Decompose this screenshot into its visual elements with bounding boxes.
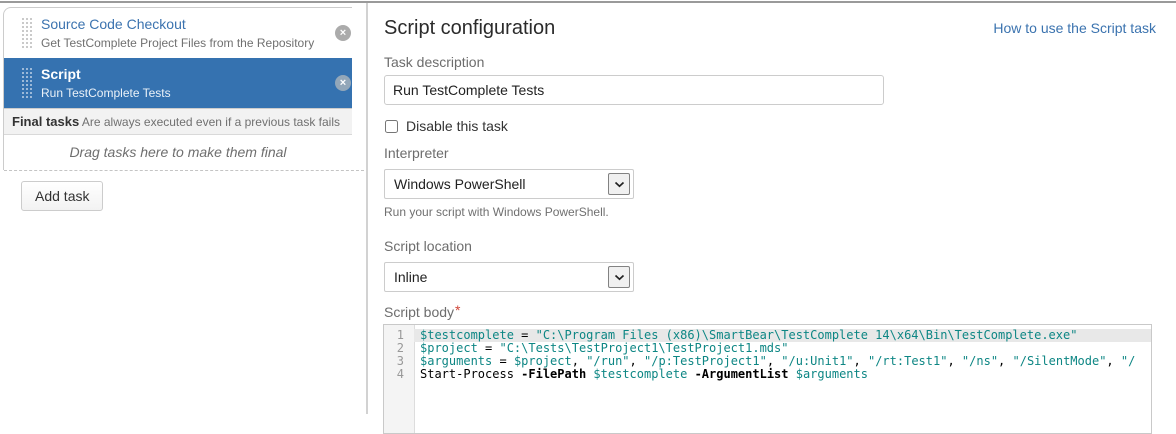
final-tasks-drop-zone[interactable]: Drag tasks here to make them final: [4, 135, 352, 170]
interpreter-select[interactable]: Windows PowerShell: [384, 169, 634, 199]
task-subtitle: Get TestComplete Project Files from the …: [41, 36, 330, 51]
task-list-sidebar: Source Code Checkout Get TestComplete Pr…: [0, 3, 366, 414]
script-location-selected-value: Inline: [394, 269, 427, 285]
script-location-label: Script location: [384, 238, 1156, 255]
interpreter-help-text: Run your script with Windows PowerShell.: [384, 205, 1156, 219]
code-text[interactable]: Start-Process -FilePath $testcomplete -A…: [414, 368, 1151, 381]
script-body-editor[interactable]: 1$testcomplete = "C:\Program Files (x86)…: [383, 324, 1152, 434]
drag-handle-icon[interactable]: [21, 67, 32, 100]
interpreter-selected-value: Windows PowerShell: [394, 176, 526, 192]
task-item-script[interactable]: Script Run TestComplete Tests ×: [4, 58, 352, 108]
chevron-down-icon: [608, 173, 630, 195]
add-task-button[interactable]: Add task: [21, 181, 103, 211]
drop-zone-dashed-divider: [4, 170, 364, 171]
final-tasks-description: Are always executed even if a previous t…: [82, 115, 340, 129]
remove-task-icon[interactable]: ×: [335, 25, 351, 41]
task-description-input[interactable]: [384, 75, 884, 105]
final-tasks-header: Final tasks Are always executed even if …: [4, 108, 352, 135]
script-body-label: Script body*: [384, 304, 1156, 321]
disable-task-label: Disable this task: [406, 118, 508, 134]
final-tasks-label: Final tasks: [12, 114, 79, 129]
script-location-select[interactable]: Inline: [384, 262, 634, 292]
task-title[interactable]: Source Code Checkout: [41, 15, 330, 33]
remove-task-icon[interactable]: ×: [335, 75, 351, 91]
page-title: Script configuration: [384, 16, 555, 40]
task-subtitle: Run TestComplete Tests: [41, 86, 330, 101]
code-line[interactable]: 4Start-Process -FilePath $testcomplete -…: [384, 368, 1151, 381]
task-title[interactable]: Script: [41, 65, 330, 83]
chevron-down-icon: [608, 266, 630, 288]
task-list: Source Code Checkout Get TestComplete Pr…: [3, 7, 352, 170]
interpreter-label: Interpreter: [384, 145, 1156, 162]
line-number: 4: [384, 368, 414, 381]
help-link[interactable]: How to use the Script task: [993, 20, 1156, 36]
script-configuration-panel: Script configuration How to use the Scri…: [368, 3, 1176, 414]
disable-task-checkbox[interactable]: [385, 120, 398, 133]
drag-handle-icon[interactable]: [21, 17, 32, 50]
task-description-label: Task description: [384, 54, 1156, 71]
required-indicator: *: [455, 302, 460, 318]
task-item-source-code-checkout[interactable]: Source Code Checkout Get TestComplete Pr…: [4, 8, 352, 58]
